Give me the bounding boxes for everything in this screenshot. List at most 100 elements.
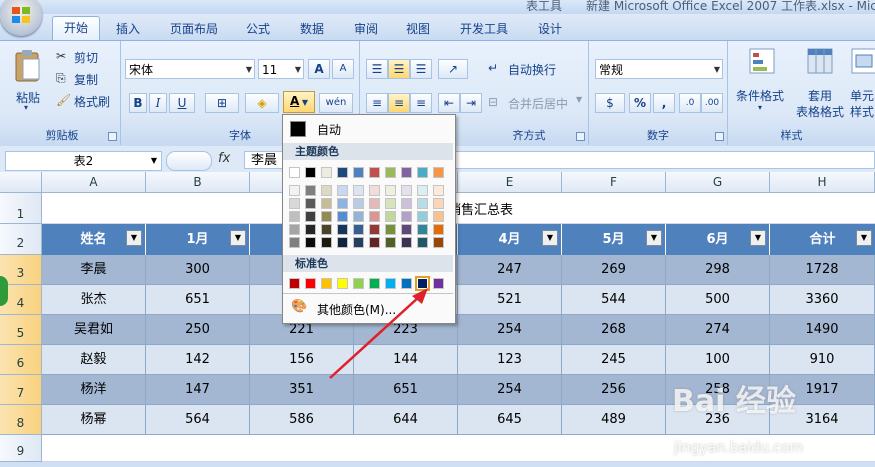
tab-developer[interactable]: 开发工具 <box>452 18 516 40</box>
theme-shade-swatch[interactable] <box>401 211 412 222</box>
theme-shade-swatch[interactable] <box>305 185 316 196</box>
align-top-button[interactable]: ☰ <box>366 59 388 79</box>
row-header-2[interactable]: 2 <box>0 224 42 255</box>
bold-button[interactable]: B <box>129 93 147 113</box>
theme-color-swatch[interactable] <box>337 167 348 178</box>
value-cell[interactable]: 521 <box>458 285 562 315</box>
comma-button[interactable]: , <box>653 93 675 113</box>
theme-shade-swatch[interactable] <box>417 211 428 222</box>
theme-color-swatch[interactable] <box>417 167 428 178</box>
column-header-b[interactable]: B <box>146 172 250 193</box>
value-cell[interactable]: 298 <box>666 255 770 285</box>
value-cell[interactable]: 123 <box>458 345 562 375</box>
value-cell[interactable]: 300 <box>146 255 250 285</box>
value-cell[interactable]: 250 <box>146 315 250 345</box>
theme-shade-swatch[interactable] <box>321 237 332 248</box>
column-header-h[interactable]: H <box>770 172 875 193</box>
theme-color-swatch[interactable] <box>305 167 316 178</box>
grow-font-button[interactable]: A <box>308 59 330 79</box>
value-cell[interactable]: 489 <box>562 405 666 435</box>
theme-shade-swatch[interactable] <box>385 185 396 196</box>
theme-shade-swatch[interactable] <box>289 224 300 235</box>
theme-shade-swatch[interactable] <box>353 224 364 235</box>
tab-review[interactable]: 审阅 <box>346 18 386 40</box>
value-cell[interactable]: 100 <box>666 345 770 375</box>
conditional-format-button[interactable]: 条件格式 ▾ <box>734 47 792 121</box>
title-row[interactable]: 销售汇总表 <box>42 193 875 224</box>
theme-shade-swatch[interactable] <box>321 224 332 235</box>
formula-bar-handle[interactable] <box>166 151 212 171</box>
theme-shade-swatch[interactable] <box>433 237 444 248</box>
theme-shade-swatch[interactable] <box>433 198 444 209</box>
align-middle-button[interactable]: ☰ <box>388 59 410 79</box>
theme-shade-swatch[interactable] <box>385 237 396 248</box>
column-header-e[interactable]: E <box>458 172 562 193</box>
value-cell[interactable]: 269 <box>562 255 666 285</box>
theme-shade-swatch[interactable] <box>337 237 348 248</box>
theme-shade-swatch[interactable] <box>305 237 316 248</box>
theme-shade-swatch[interactable] <box>305 198 316 209</box>
value-cell[interactable]: 910 <box>770 345 875 375</box>
name-cell[interactable]: 杨幂 <box>42 405 146 435</box>
theme-color-swatch[interactable] <box>321 167 332 178</box>
filter-dropdown-icon[interactable]: ▼ <box>750 230 766 246</box>
font-name-select[interactable]: 宋体 ▼ <box>125 59 255 79</box>
value-cell[interactable]: 564 <box>146 405 250 435</box>
theme-shade-swatch[interactable] <box>417 237 428 248</box>
tab-data[interactable]: 数据 <box>292 18 332 40</box>
align-left-button[interactable]: ≡ <box>366 93 388 113</box>
name-cell[interactable]: 杨洋 <box>42 375 146 405</box>
italic-button[interactable]: I <box>149 93 167 113</box>
currency-button[interactable]: $ <box>595 93 625 113</box>
number-launcher[interactable] <box>715 132 724 141</box>
theme-shade-swatch[interactable] <box>369 198 380 209</box>
fill-color-button[interactable]: ◈ <box>245 93 279 113</box>
theme-shade-swatch[interactable] <box>385 224 396 235</box>
standard-color-swatch[interactable] <box>433 278 444 289</box>
table-header-total[interactable]: 合计 ▼ <box>770 224 875 255</box>
filter-dropdown-icon[interactable]: ▼ <box>230 230 246 246</box>
orientation-button[interactable]: ↗ <box>438 59 468 79</box>
format-as-table-button[interactable]: 套用 表格格式 <box>794 47 848 121</box>
font-size-select[interactable]: 11 ▼ <box>258 59 304 79</box>
theme-shade-swatch[interactable] <box>353 198 364 209</box>
theme-shade-swatch[interactable] <box>337 198 348 209</box>
theme-shade-swatch[interactable] <box>369 185 380 196</box>
value-cell[interactable]: 147 <box>146 375 250 405</box>
theme-shade-swatch[interactable] <box>401 198 412 209</box>
theme-shade-swatch[interactable] <box>417 198 428 209</box>
theme-shade-swatch[interactable] <box>289 185 300 196</box>
shrink-font-button[interactable]: A <box>332 59 354 79</box>
row-header-6[interactable]: 6 <box>0 345 42 375</box>
row-header-7[interactable]: 7 <box>0 375 42 405</box>
increase-decimal-button[interactable]: .0 <box>679 93 701 113</box>
value-cell[interactable]: 256 <box>562 375 666 405</box>
theme-color-swatch[interactable] <box>369 167 380 178</box>
theme-shade-swatch[interactable] <box>433 211 444 222</box>
tab-insert[interactable]: 插入 <box>108 18 148 40</box>
table-header-may[interactable]: 5月 ▼ <box>562 224 666 255</box>
filter-dropdown-icon[interactable]: ▼ <box>856 230 872 246</box>
column-header-g[interactable]: G <box>666 172 770 193</box>
theme-color-swatch[interactable] <box>385 167 396 178</box>
row-header-1[interactable]: 1 <box>0 193 42 224</box>
underline-button[interactable]: U <box>169 93 195 113</box>
theme-shade-swatch[interactable] <box>369 224 380 235</box>
theme-shade-swatch[interactable] <box>433 224 444 235</box>
theme-color-swatch[interactable] <box>353 167 364 178</box>
theme-shade-swatch[interactable] <box>385 211 396 222</box>
increase-indent-button[interactable]: ⇥ <box>460 93 482 113</box>
percent-button[interactable]: % <box>629 93 651 113</box>
theme-shade-swatch[interactable] <box>353 211 364 222</box>
value-cell[interactable]: 247 <box>458 255 562 285</box>
theme-shade-swatch[interactable] <box>353 237 364 248</box>
theme-shade-swatch[interactable] <box>289 211 300 222</box>
value-cell[interactable]: 1728 <box>770 255 875 285</box>
column-header-a[interactable]: A <box>42 172 146 193</box>
value-cell[interactable]: 254 <box>458 315 562 345</box>
value-cell[interactable]: 500 <box>666 285 770 315</box>
table-header-apr[interactable]: 4月 ▼ <box>458 224 562 255</box>
name-cell[interactable]: 吴君如 <box>42 315 146 345</box>
row-header-5[interactable]: 5 <box>0 315 42 345</box>
align-right-button[interactable]: ≡ <box>410 93 432 113</box>
